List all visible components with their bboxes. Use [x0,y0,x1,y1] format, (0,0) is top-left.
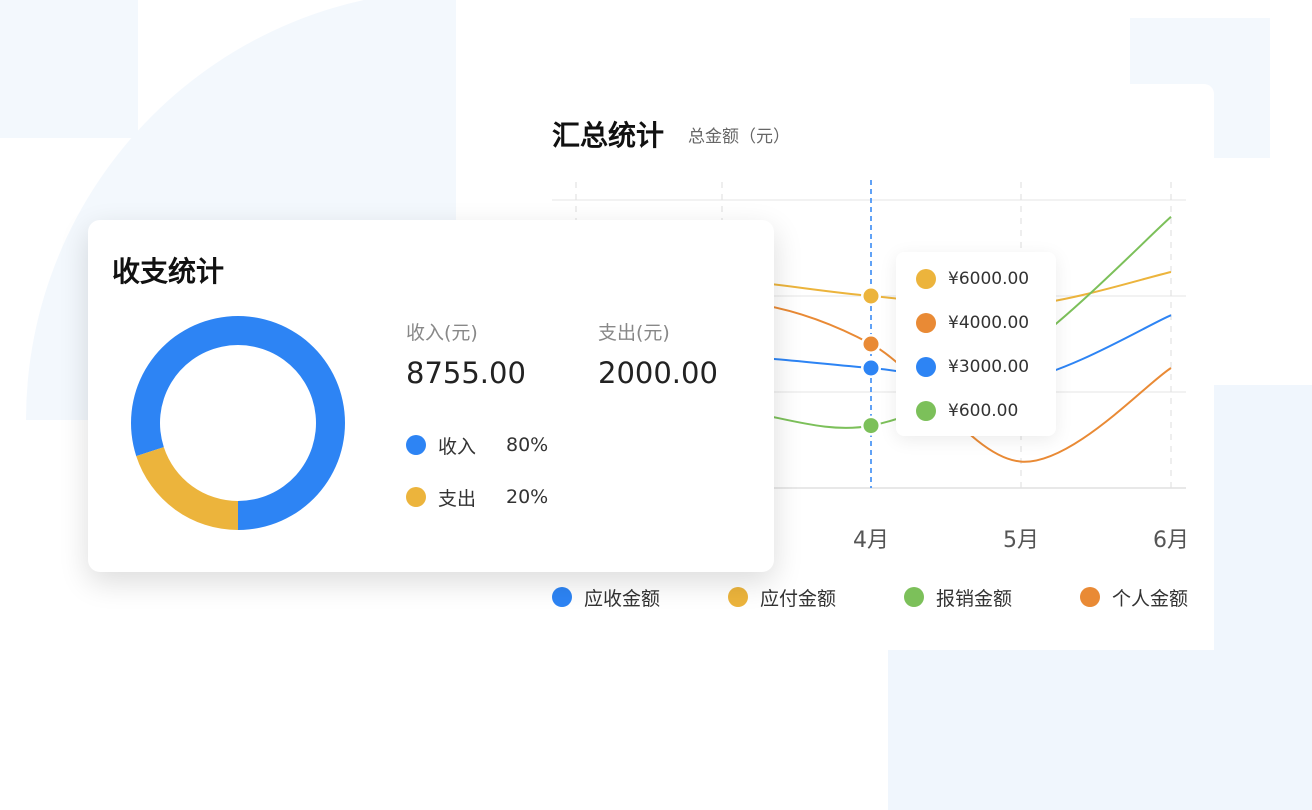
expense-value: 2000.00 [598,356,718,390]
x-tick-label: 5月 [1003,528,1039,553]
tooltip-row: ¥3000.00 [916,355,1029,379]
income-expense-card: 收支统计 收入(元) 8755.00 支出(元) 2000.00 收入 80% … [88,220,774,572]
tooltip-dot [916,269,936,289]
highlight-point [863,418,879,434]
legend-item-personal[interactable]: 个人金额 [1080,584,1188,610]
legend-dot [904,587,924,607]
legend-percent: 80% [506,434,549,456]
highlight-point [863,360,879,376]
tooltip-value: ¥6000.00 [948,269,1030,289]
tooltip-value: ¥3000.00 [948,357,1030,377]
tooltip-row: ¥4000.00 [916,311,1029,335]
tooltip-dot [916,401,936,421]
legend-dot [1080,587,1100,607]
legend-item-reimbursement[interactable]: 报销金额 [904,584,1012,610]
legend-label: 收入 [438,435,477,458]
tooltip-row: ¥600.00 [916,399,1018,423]
highlight-point [863,288,879,304]
pie-legend-income[interactable]: 收入 80% [406,432,548,458]
tooltip-dot [916,313,936,333]
pie-legend-expense[interactable]: 支出 20% [406,484,548,510]
x-tick-label: 6月 [1153,528,1189,553]
legend-label: 个人金额 [1112,587,1189,610]
tooltip-value: ¥600.00 [948,401,1019,421]
legend-label: 支出 [438,487,477,510]
tooltip-row: ¥6000.00 [916,267,1029,291]
income-value: 8755.00 [406,356,526,390]
legend-item-payable[interactable]: 应付金额 [728,584,836,610]
tooltip-value: ¥4000.00 [948,313,1030,333]
legend-label: 应收金额 [584,587,661,610]
income-label: 收入(元) [406,322,478,344]
legend-label: 报销金额 [936,587,1013,610]
x-tick-label: 4月 [853,528,889,553]
donut-chart[interactable] [88,220,774,572]
legend-dot [552,587,572,607]
legend-dot [406,435,426,455]
tooltip-dot [916,357,936,377]
expense-label: 支出(元) [598,322,670,344]
legend-dot [406,487,426,507]
legend-item-receivable[interactable]: 应收金额 [552,584,660,610]
highlight-point [863,336,879,352]
donut-slice [136,447,238,530]
chart-tooltip: ¥6000.00 ¥4000.00 ¥3000.00 ¥600.00 [896,252,1056,436]
legend-label: 应付金额 [760,587,837,610]
legend-dot [728,587,748,607]
legend-percent: 20% [506,486,549,508]
